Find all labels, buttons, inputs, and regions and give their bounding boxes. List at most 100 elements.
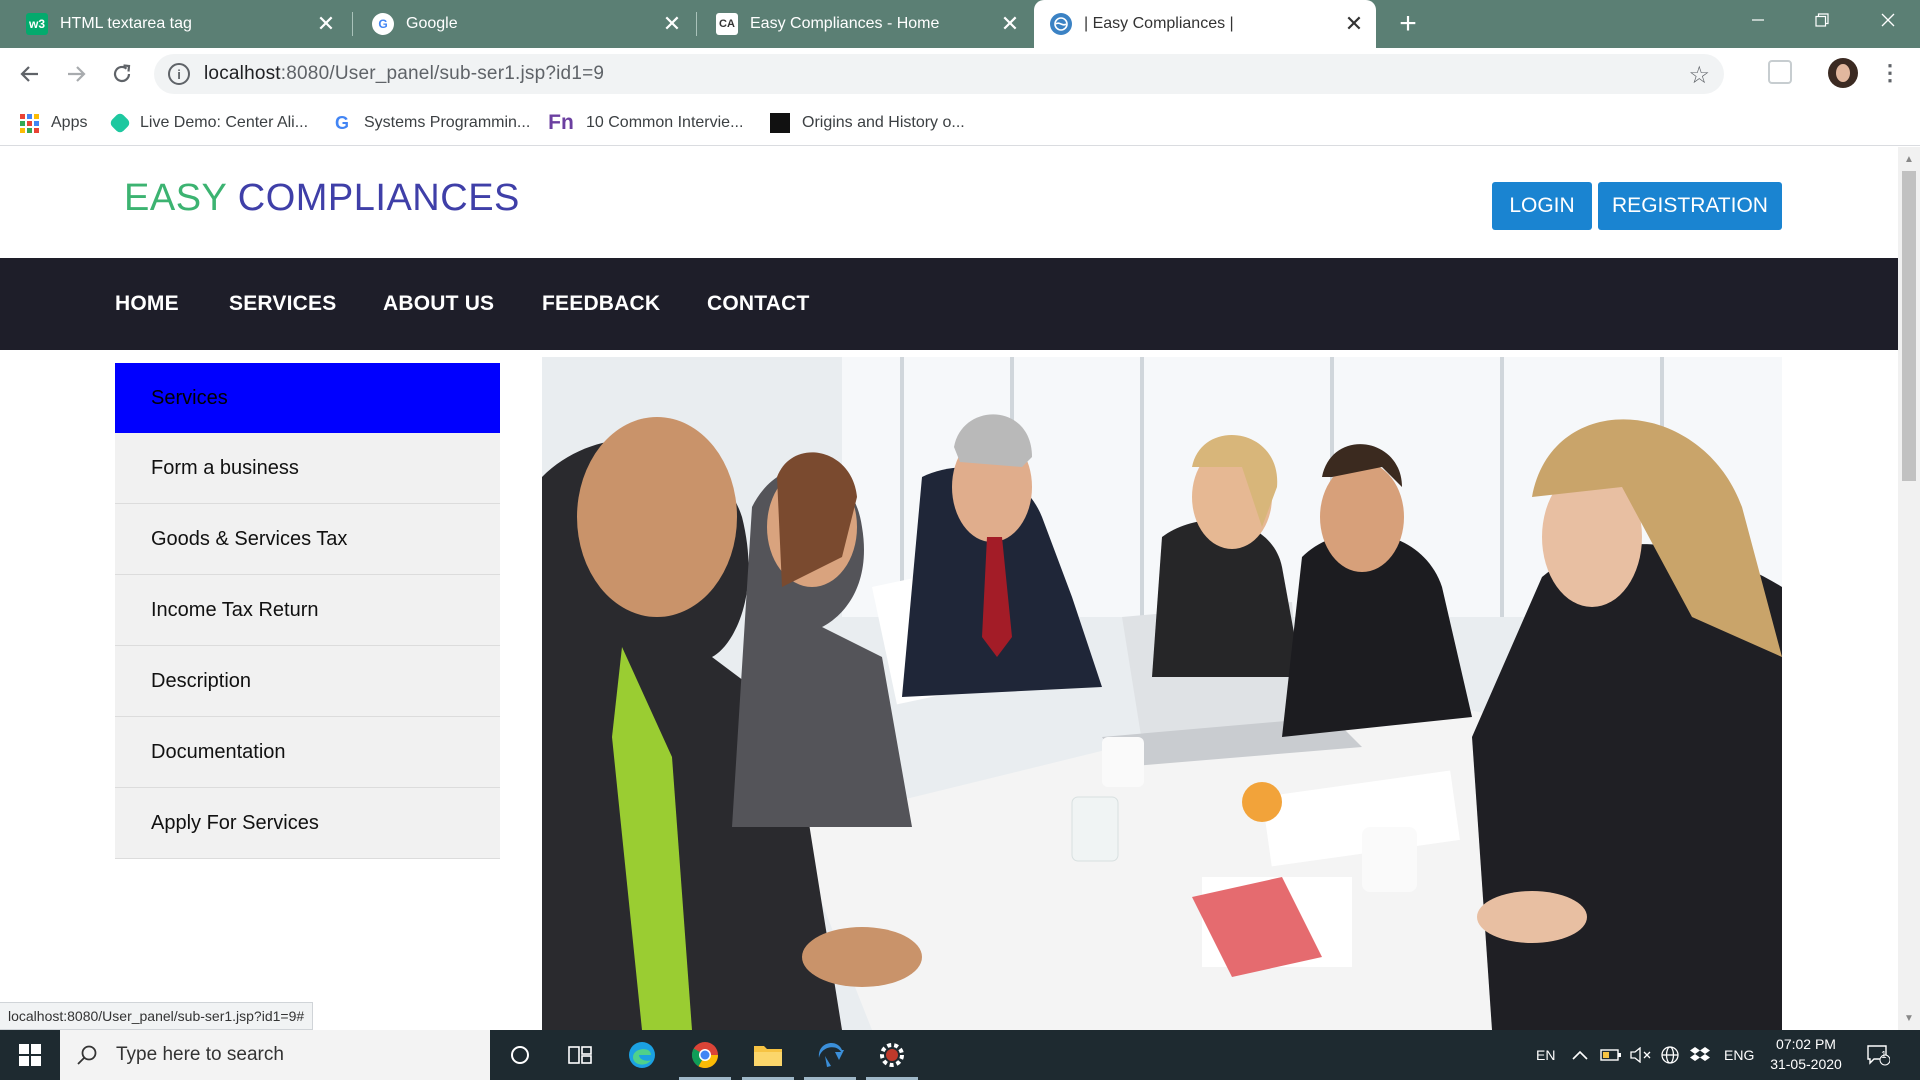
ca-icon: CA xyxy=(716,13,738,35)
window-close-icon[interactable] xyxy=(1856,0,1920,40)
tab-html-textarea[interactable]: w3 HTML textarea tag ✕ xyxy=(10,0,348,48)
windows-taskbar: Type here to search EN ENG 07:02 PM 31-0… xyxy=(0,1030,1920,1080)
apps-grid-icon xyxy=(20,113,39,133)
browser-toolbar: i localhost:8080/User_panel/sub-ser1.jsp… xyxy=(0,48,1920,100)
bookmark-label: 10 Common Intervie... xyxy=(586,114,744,131)
tab-google[interactable]: G Google ✕ xyxy=(356,0,694,48)
google-icon: G xyxy=(334,112,349,133)
bookmark-label: Live Demo: Center Ali... xyxy=(140,114,309,131)
google-icon: G xyxy=(372,13,394,35)
tab-title: Google xyxy=(406,15,458,32)
search-icon xyxy=(77,1045,97,1065)
services-sidebar: Services Form a business Goods & Service… xyxy=(115,363,500,859)
input-language[interactable]: ENG xyxy=(1724,1030,1754,1080)
search-placeholder: Type here to search xyxy=(116,1044,284,1065)
windows-start-icon[interactable] xyxy=(0,1030,60,1080)
tab-strip: w3 HTML textarea tag ✕ G Google ✕ CA Eas… xyxy=(0,0,1920,48)
logo-word-easy: EASY xyxy=(124,177,227,219)
registration-button[interactable]: REGISTRATION xyxy=(1598,182,1782,230)
close-icon[interactable]: ✕ xyxy=(1340,10,1368,38)
chevron-up-icon[interactable] xyxy=(1572,1030,1588,1080)
notification-count: 1 xyxy=(1881,1050,1887,1061)
extension-icon[interactable] xyxy=(1768,60,1792,84)
w3-icon: w3 xyxy=(26,13,48,35)
info-icon[interactable]: i xyxy=(168,63,190,85)
taskbar-search-box[interactable]: Type here to search xyxy=(60,1030,490,1080)
bookmarks-bar: Apps Live Demo: Center Ali... G Systems … xyxy=(0,100,1920,146)
forward-arrow-icon[interactable] xyxy=(60,58,92,90)
tab-easy-compliances-home[interactable]: CA Easy Compliances - Home ✕ xyxy=(700,0,1032,48)
cortana-icon[interactable] xyxy=(490,1030,550,1080)
close-icon[interactable]: ✕ xyxy=(996,10,1024,38)
browser-window: w3 HTML textarea tag ✕ G Google ✕ CA Eas… xyxy=(0,0,1920,1080)
volume-muted-icon[interactable] xyxy=(1630,1030,1652,1080)
task-view-icon[interactable] xyxy=(550,1030,610,1080)
codepen-icon xyxy=(108,111,132,135)
bookmark-origins[interactable]: Origins and History o... xyxy=(770,110,965,136)
sidebar-item-apply[interactable]: Apply For Services xyxy=(115,788,500,859)
status-url-bubble: localhost:8080/User_panel/sub-ser1.jsp?i… xyxy=(0,1002,314,1030)
reload-icon[interactable] xyxy=(106,58,138,90)
sidebar-item-income-tax[interactable]: Income Tax Return xyxy=(115,575,500,646)
taskbar-clock[interactable]: 07:02 PM 31-05-2020 xyxy=(1758,1034,1854,1074)
scroll-down-arrow-icon[interactable]: ▼ xyxy=(1903,1012,1915,1024)
clock-date: 31-05-2020 xyxy=(1770,1056,1842,1072)
tab-easy-compliances-active[interactable]: | Easy Compliances | ✕ xyxy=(1034,0,1376,48)
logo-word-compliances: COMPLIANCES xyxy=(237,177,520,219)
tab-title: HTML textarea tag xyxy=(60,15,192,32)
login-button[interactable]: LOGIN xyxy=(1492,182,1592,230)
language-indicator[interactable]: EN xyxy=(1536,1030,1555,1080)
bookmark-label: Systems Programmin... xyxy=(364,114,531,131)
page-scrollbar[interactable]: ▲ ▼ xyxy=(1898,147,1920,1030)
bookmark-label: Apps xyxy=(51,114,88,131)
tab-separator xyxy=(352,12,353,36)
bookmark-star-icon[interactable]: ☆ xyxy=(1688,61,1710,90)
address-bar[interactable]: i localhost:8080/User_panel/sub-ser1.jsp… xyxy=(154,54,1724,94)
minimize-icon[interactable] xyxy=(1726,0,1790,40)
close-icon[interactable]: ✕ xyxy=(658,10,686,38)
nav-services[interactable]: SERVICES xyxy=(229,292,336,316)
back-arrow-icon[interactable] xyxy=(14,58,46,90)
url-path: :8080/User_panel/sub-ser1.jsp?id1=9 xyxy=(280,63,605,84)
nav-feedback[interactable]: FEEDBACK xyxy=(542,292,660,316)
bookmark-live-demo[interactable]: Live Demo: Center Ali... xyxy=(108,110,309,136)
battery-icon[interactable] xyxy=(1600,1030,1622,1080)
tab-title: | Easy Compliances | xyxy=(1084,15,1234,32)
tab-separator xyxy=(696,12,697,36)
sidebar-title[interactable]: Services xyxy=(115,363,500,433)
sidebar-item-form-business[interactable]: Form a business xyxy=(115,433,500,504)
arrow-app-icon[interactable] xyxy=(800,1030,860,1080)
dropbox-icon[interactable] xyxy=(1690,1030,1710,1080)
business-meeting-photo xyxy=(542,357,1782,1030)
close-icon[interactable]: ✕ xyxy=(312,10,340,38)
main-nav: HOME SERVICES ABOUT US FEEDBACK CONTACT xyxy=(0,258,1898,350)
site-logo[interactable]: EASY COMPLIANCES xyxy=(124,177,520,220)
bookmark-interview[interactable]: Fn 10 Common Intervie... xyxy=(548,110,743,136)
tab-title: Easy Compliances - Home xyxy=(750,15,940,32)
scroll-thumb[interactable] xyxy=(1902,171,1916,481)
new-tab-button[interactable]: + xyxy=(1392,7,1424,40)
url-host: localhost xyxy=(204,63,281,84)
nav-home[interactable]: HOME xyxy=(115,292,179,316)
edge-icon[interactable] xyxy=(612,1030,672,1080)
globe-network-icon[interactable] xyxy=(1660,1030,1680,1080)
sidebar-item-documentation[interactable]: Documentation xyxy=(115,717,500,788)
url-text: localhost:8080/User_panel/sub-ser1.jsp?i… xyxy=(204,63,604,85)
scroll-up-arrow-icon[interactable]: ▲ xyxy=(1903,153,1915,165)
bookmark-apps[interactable]: Apps xyxy=(20,110,87,136)
bookmark-systems-programming[interactable]: G Systems Programmin... xyxy=(332,110,530,136)
notification-icon[interactable]: 1 xyxy=(1866,1030,1890,1080)
sidebar-item-gst[interactable]: Goods & Services Tax xyxy=(115,504,500,575)
restore-icon[interactable] xyxy=(1790,0,1854,40)
clock-time: 07:02 PM xyxy=(1776,1036,1836,1052)
settings-gear-icon[interactable] xyxy=(862,1030,922,1080)
sidebar-item-description[interactable]: Description xyxy=(115,646,500,717)
profile-avatar[interactable] xyxy=(1828,58,1858,88)
nav-about-us[interactable]: ABOUT US xyxy=(383,292,494,316)
black-square-icon xyxy=(770,113,790,133)
file-explorer-icon[interactable] xyxy=(738,1030,798,1080)
menu-dots-icon[interactable]: ⋮ xyxy=(1878,58,1902,88)
web-page: EASY COMPLIANCES LOGIN REGISTRATION HOME… xyxy=(0,147,1898,1030)
nav-contact[interactable]: CONTACT xyxy=(707,292,810,316)
chrome-icon[interactable] xyxy=(675,1030,735,1080)
